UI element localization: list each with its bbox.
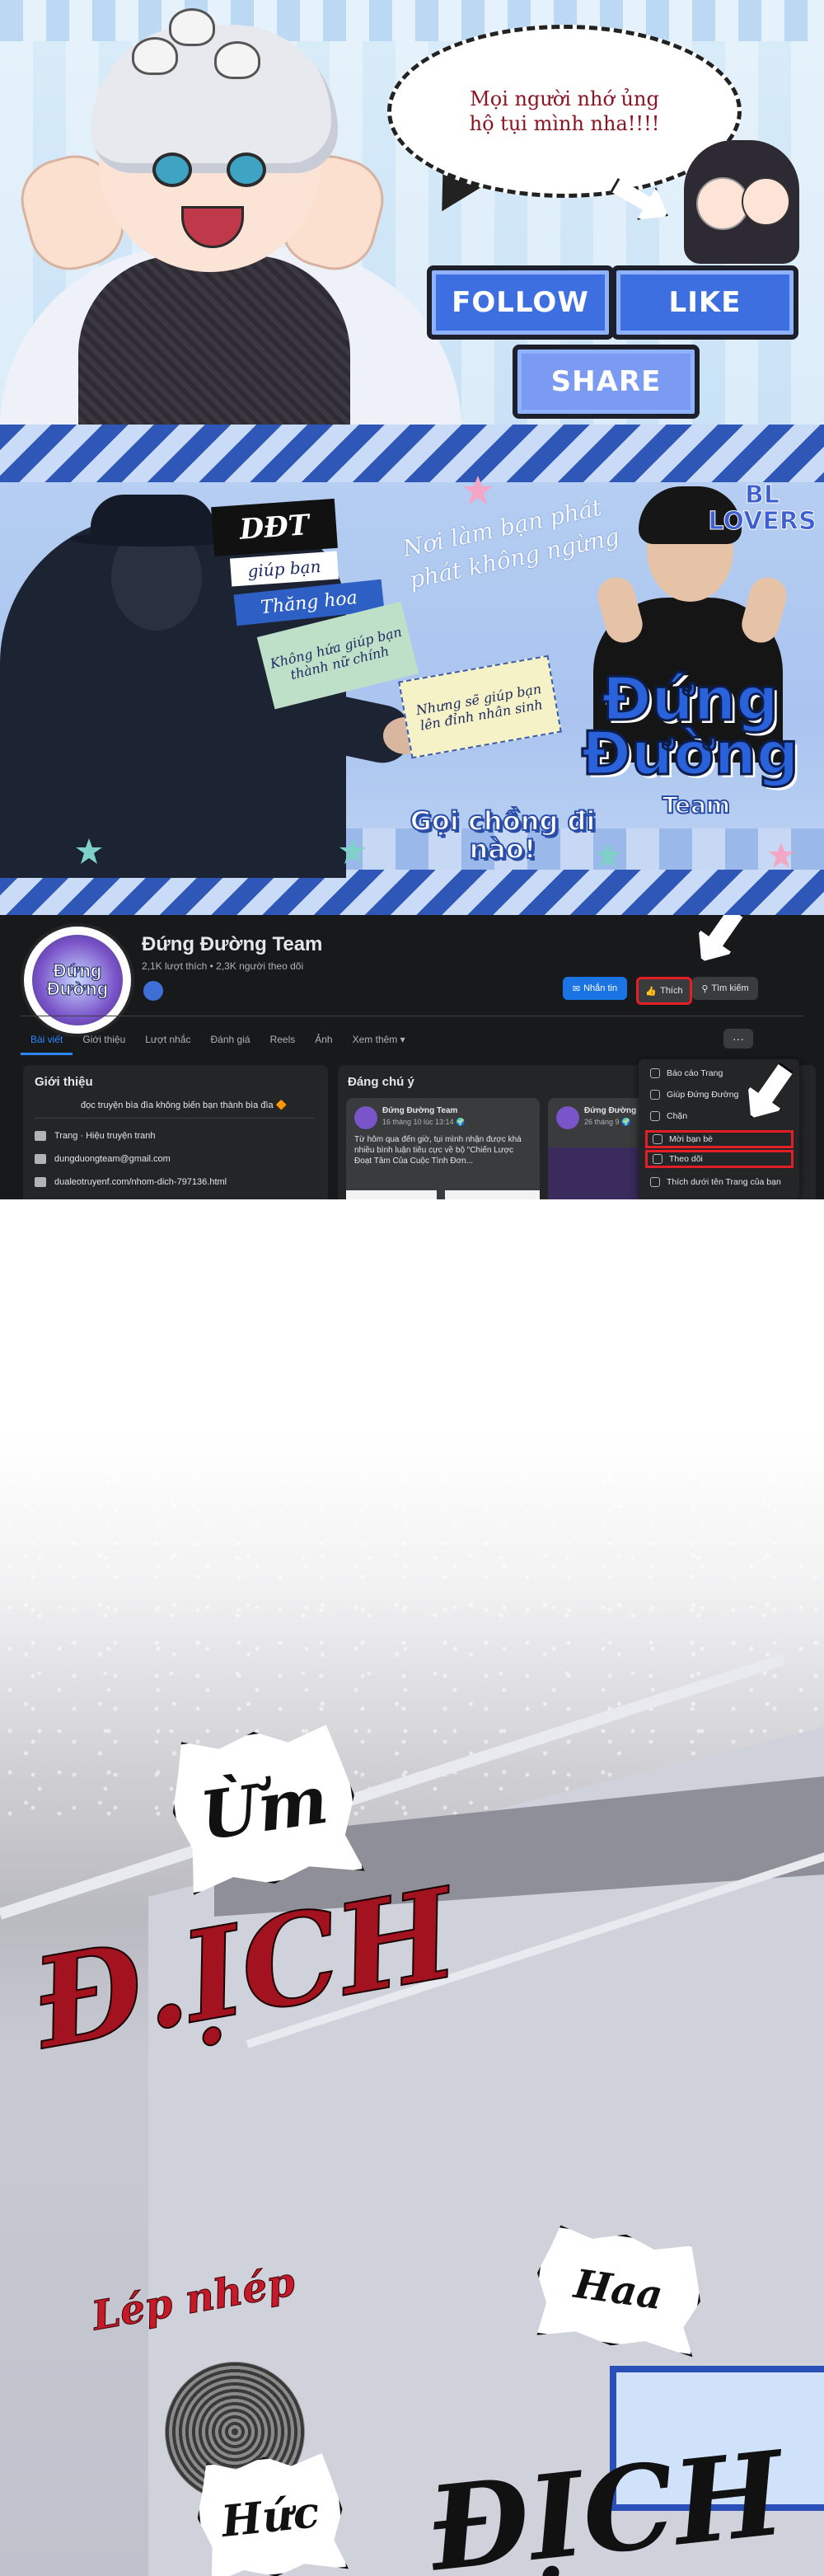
page-tabs: Bài viết Giới thiệu Lượt nhắc Đánh giá R…	[21, 1026, 803, 1056]
post-thumbnail	[445, 1190, 540, 1199]
tab-photos[interactable]: Ảnh	[305, 1026, 342, 1053]
post-thumbnail	[346, 1190, 437, 1199]
chibi-bear-icon	[214, 41, 260, 79]
comic-panel: Ừm Đ.ỊCH Lép nhép Haa Hức ĐỊCH	[0, 1199, 824, 2576]
intro-bio: đọc truyện bìa đìa không biến bạn thành …	[81, 1100, 288, 1110]
tab-mentions[interactable]: Lượt nhắc	[135, 1026, 200, 1053]
thumbs-up-icon: 👍	[645, 986, 658, 997]
report-icon	[650, 1068, 660, 1078]
sfx-bubble-huc: Hức	[192, 2449, 349, 2576]
star-icon	[76, 838, 102, 864]
like-as-page-icon	[650, 1177, 660, 1187]
promo-banner: Mọi người nhớ ủng hộ tụi mình nha!!!! FO…	[0, 0, 824, 425]
flag-icon	[35, 1131, 46, 1141]
sfx-haa: Haa	[571, 2260, 666, 2320]
star-icon	[463, 476, 493, 504]
page-avatar-logo: Đứng Đường	[32, 935, 123, 1025]
intro-email-row: dungduongteam@gmail.com	[35, 1154, 171, 1164]
intro-link-row: dualeotruyenf.com/nhom-dich-797136.html	[35, 1177, 227, 1187]
more-options-button[interactable]: ···	[723, 1029, 753, 1049]
menu-item-label: Thích dưới tên Trang của bạn	[667, 1177, 781, 1187]
intro-card: Giới thiệu đọc truyện bìa đìa không biến…	[23, 1065, 328, 1199]
character-eye-left	[152, 152, 192, 187]
intro-divider	[35, 1118, 315, 1119]
menu-item-label: Báo cáo Trang	[667, 1068, 723, 1078]
post-text: Từ hôm qua đến giờ, tụi mình nhận được k…	[354, 1135, 522, 1166]
messenger-icon: ✉	[572, 983, 581, 994]
character-eye-right	[227, 152, 266, 187]
help-icon	[650, 1090, 660, 1100]
message-button[interactable]: ✉ Nhắn tin	[563, 977, 627, 1000]
chibi-tiger-icon	[169, 8, 215, 46]
star-icon	[768, 842, 794, 868]
boy-peace-hand-right	[737, 573, 791, 647]
share-button[interactable]: SHARE	[513, 345, 700, 419]
invite-icon	[653, 1134, 662, 1144]
featured-post[interactable]: Đứng Đường Team 16 tháng 10 lúc 13:14 🌍 …	[346, 1098, 540, 1199]
intro-category: Trang · Hiệu truyện tranh	[54, 1131, 156, 1141]
page-stats[interactable]: 2,1K lượt thích • 2,3K người theo dõi	[142, 960, 303, 972]
man-hat	[91, 495, 214, 544]
star-icon	[339, 838, 366, 864]
follow-icon	[653, 1154, 662, 1164]
follow-button[interactable]: FOLLOW	[427, 265, 614, 340]
intro-email[interactable]: dungduongteam@gmail.com	[54, 1154, 171, 1164]
like-button[interactable]: LIKE	[611, 265, 798, 340]
post-date: 16 tháng 10 lúc 13:14 🌍	[382, 1118, 466, 1126]
facebook-page-screenshot: Đứng Đường Đứng Đường Team 2,1K lượt thí…	[0, 915, 824, 1199]
chibi-cat-icon	[132, 37, 178, 75]
intro-category-row: Trang · Hiệu truyện tranh	[35, 1131, 155, 1141]
bl-lovers-label: BL LOVERS	[708, 481, 817, 536]
message-button-label: Nhắn tin	[583, 983, 618, 993]
tab-about[interactable]: Giới thiệu	[73, 1026, 135, 1053]
menu-item-label: Chặn	[667, 1111, 688, 1121]
like-page-button[interactable]: 👍 Thích	[636, 977, 692, 1005]
annotation-arrow-icon	[684, 915, 754, 974]
post-author-avatar	[354, 1106, 377, 1129]
tab-posts[interactable]: Bài viết	[21, 1026, 73, 1055]
banner-top-stripe	[0, 0, 824, 41]
tab-more[interactable]: Xem thêm ▾	[343, 1026, 415, 1053]
link-icon	[35, 1177, 46, 1187]
character-hair	[91, 25, 338, 173]
post-author-avatar	[556, 1106, 579, 1129]
sfx-huc: Hức	[218, 2486, 322, 2547]
ddt-tag: DĐT	[211, 498, 338, 557]
intro-link[interactable]: dualeotruyenf.com/nhom-dich-797136.html	[54, 1177, 227, 1187]
tab-reviews[interactable]: Đánh giá	[201, 1026, 260, 1053]
post-author[interactable]: Đứng Đường Team	[382, 1106, 457, 1115]
banner-stripes-top	[0, 425, 824, 482]
email-icon	[35, 1154, 46, 1164]
menu-item-like-as-page[interactable]: Thích dưới tên Trang của bạn	[645, 1173, 794, 1191]
chibi-face-right	[742, 177, 790, 226]
speech-text: Mọi người nhớ ủng hộ tụi mình nha!!!!	[469, 87, 660, 135]
note-yellow: Nhưng sẽ giúp bạn lên đỉnh nhân sinh	[398, 655, 562, 759]
intro-title: Giới thiệu	[35, 1075, 93, 1089]
character-vest	[78, 256, 350, 425]
post-date: 26 tháng 9 🌍	[584, 1118, 631, 1126]
block-icon	[650, 1111, 660, 1121]
team-subtitle: Team	[662, 791, 731, 819]
search-button[interactable]: ⚲ Tìm kiếm	[692, 977, 758, 1000]
team-title: Đứng Đường	[580, 664, 800, 789]
menu-item-label: Mời bạn bè	[669, 1134, 713, 1144]
star-icon	[595, 842, 621, 868]
menu-item-follow[interactable]: Theo dõi	[645, 1150, 794, 1168]
call-out-text: Gọi chồng đi nào!	[410, 805, 597, 865]
featured-title: Đáng chú ý	[348, 1075, 414, 1089]
menu-item-invite[interactable]: Mời bạn bè	[645, 1130, 794, 1148]
page-name[interactable]: Đứng Đường Team	[142, 933, 322, 956]
team-banner: DĐT giúp bạn Thăng hoa Không hứa giúp bạ…	[0, 425, 824, 915]
search-icon: ⚲	[701, 983, 709, 994]
sfx-um: Ừm	[195, 1760, 333, 1856]
menu-item-label: Giúp Đứng Đường	[667, 1090, 739, 1100]
menu-item-label: Theo dõi	[669, 1154, 703, 1164]
search-button-label: Tìm kiếm	[711, 983, 749, 993]
like-page-button-label: Thích	[660, 986, 683, 996]
tab-reels[interactable]: Reels	[260, 1026, 306, 1053]
page-avatar[interactable]: Đứng Đường	[21, 923, 134, 1037]
follower-avatar[interactable]	[142, 979, 165, 1002]
